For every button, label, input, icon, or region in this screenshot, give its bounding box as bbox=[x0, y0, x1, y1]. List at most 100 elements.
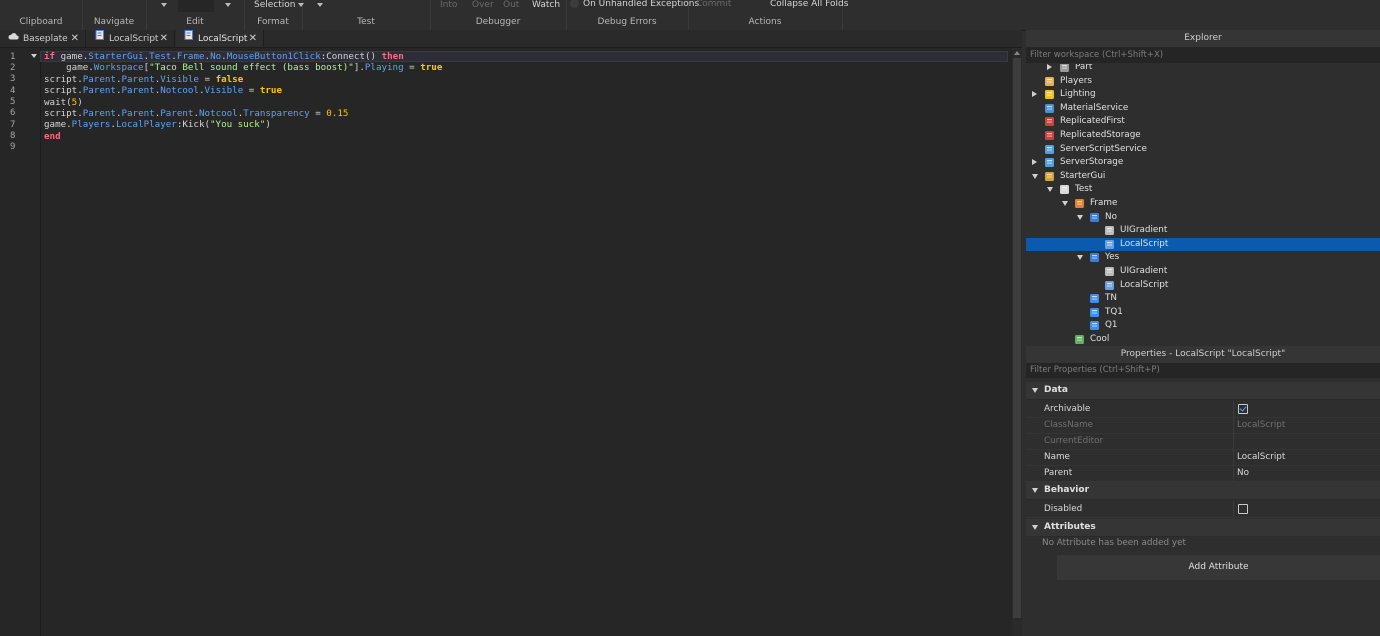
starter-gui-icon bbox=[1044, 171, 1055, 182]
code-line[interactable]: script.Parent.Parent.Visible = false bbox=[44, 74, 243, 85]
code-line[interactable]: end bbox=[44, 131, 61, 142]
explorer-item-players[interactable]: Players bbox=[1026, 75, 1380, 88]
edit-field-box[interactable] bbox=[178, 0, 214, 12]
step-into-button[interactable]: Into bbox=[440, 0, 457, 10]
chevron-down-icon[interactable] bbox=[1062, 201, 1068, 206]
parent-value-field[interactable]: No bbox=[1237, 465, 1249, 481]
chevron-down-icon[interactable] bbox=[1077, 255, 1083, 261]
explorer-item-serverstorage[interactable]: ServerStorage bbox=[1026, 156, 1380, 169]
explorer-item-test[interactable]: Test bbox=[1026, 183, 1380, 196]
code-line[interactable]: if game.StarterGui.Test.Frame.No.MouseBu… bbox=[44, 51, 404, 62]
code-line[interactable]: game.Players.LocalPlayer:Kick("You suck"… bbox=[44, 119, 271, 130]
chevron-right-icon[interactable] bbox=[1032, 159, 1037, 166]
chevron-down-icon bbox=[161, 2, 167, 7]
tab-baseplate[interactable]: Baseplate ✕ bbox=[0, 30, 86, 47]
close-icon[interactable]: ✕ bbox=[249, 30, 257, 47]
chevron-right-icon[interactable] bbox=[1032, 91, 1037, 98]
name-value-field[interactable]: LocalScript bbox=[1237, 449, 1285, 465]
code-token: MouseButton1Click bbox=[226, 51, 321, 62]
explorer-item-label: Frame bbox=[1090, 198, 1118, 208]
scrollbar-thumb[interactable] bbox=[1013, 58, 1021, 618]
chevron-down-icon[interactable] bbox=[1077, 214, 1083, 220]
explorer-item-uigradient[interactable]: UIGradient bbox=[1026, 265, 1380, 278]
local-script-icon bbox=[1104, 239, 1115, 250]
explorer-item-materialservice[interactable]: MaterialService bbox=[1026, 102, 1380, 115]
explorer-item-label: Lighting bbox=[1060, 89, 1096, 100]
code-line[interactable]: wait(5) bbox=[44, 97, 83, 108]
explorer-item-yes[interactable]: Yes bbox=[1026, 251, 1380, 264]
chevron-down-icon bbox=[1032, 525, 1038, 530]
on-unhandled-label: On Unhandled Exceptions bbox=[583, 0, 700, 9]
test-dropdown-arrow[interactable] bbox=[314, 0, 323, 10]
chevron-down-icon bbox=[1032, 388, 1038, 393]
explorer-item-replicatedstorage[interactable]: ReplicatedStorage bbox=[1026, 129, 1380, 142]
screen-gui-icon bbox=[1059, 184, 1070, 195]
close-icon[interactable]: ✕ bbox=[71, 30, 79, 47]
actions-group: Commit Collapse All Folds Actions bbox=[688, 0, 848, 30]
explorer-filter-input[interactable]: Filter workspace (Ctrl+Shift+X) bbox=[1026, 48, 1380, 63]
code-line[interactable]: game.Workspace["Taco Bell sound effect (… bbox=[44, 62, 442, 73]
explorer-item-cool[interactable]: Cool bbox=[1026, 333, 1380, 345]
code-token: ) bbox=[265, 119, 271, 131]
step-out-button[interactable]: Out bbox=[503, 0, 519, 10]
explorer-item-frame[interactable]: Frame bbox=[1026, 197, 1380, 210]
explorer-item-label: TQ1 bbox=[1105, 306, 1123, 317]
edit-dropdown-arrow[interactable] bbox=[158, 0, 167, 10]
explorer-item-localscript[interactable]: LocalScript bbox=[1026, 279, 1380, 292]
watch-button[interactable]: Watch bbox=[532, 0, 560, 10]
property-name: Disabled bbox=[1044, 504, 1083, 514]
text-label-icon bbox=[1089, 320, 1100, 331]
explorer-item-label: ReplicatedFirst bbox=[1060, 116, 1125, 127]
property-classname: ClassName LocalScript bbox=[1026, 417, 1380, 434]
explorer-tree[interactable]: Part Players Lighting MaterialService Replic… bbox=[1026, 64, 1380, 345]
close-icon[interactable]: ✕ bbox=[160, 30, 168, 47]
step-over-button[interactable]: Over bbox=[472, 0, 494, 10]
code-line[interactable]: script.Parent.Parent.Notcool.Visible = t… bbox=[44, 85, 282, 96]
explorer-item-lighting[interactable]: Lighting bbox=[1026, 88, 1380, 101]
explorer-item-replicatedfirst[interactable]: ReplicatedFirst bbox=[1026, 115, 1380, 128]
code-token: = bbox=[243, 85, 260, 97]
editor-scrollbar[interactable] bbox=[1012, 48, 1022, 636]
explorer-item-tn[interactable]: TN bbox=[1026, 292, 1380, 305]
add-attribute-button[interactable]: Add Attribute bbox=[1057, 555, 1380, 580]
tab-localscript-2[interactable]: LocalScript ✕ bbox=[176, 30, 264, 47]
explorer-item-label: ServerStorage bbox=[1060, 157, 1124, 168]
category-attributes[interactable]: Attributes bbox=[1026, 519, 1380, 537]
scroll-up-icon[interactable] bbox=[1014, 51, 1020, 55]
code-token: Test bbox=[149, 51, 172, 62]
code-token: Parent bbox=[121, 108, 155, 119]
explorer-item-tq1[interactable]: TQ1 bbox=[1026, 306, 1380, 319]
code-line[interactable]: script.Parent.Parent.Parent.Notcool.Tran… bbox=[44, 108, 348, 119]
format-group: Selection Format bbox=[244, 0, 305, 30]
selection-dropdown[interactable]: Selection bbox=[254, 0, 305, 10]
edit-dropdown-arrow-2[interactable] bbox=[222, 0, 231, 10]
explorer-item-no[interactable]: No bbox=[1026, 211, 1380, 224]
disabled-checkbox[interactable] bbox=[1238, 504, 1248, 514]
code-token: Parent bbox=[121, 73, 155, 85]
tab-localscript-1[interactable]: LocalScript ✕ bbox=[87, 30, 175, 47]
chevron-down-icon[interactable] bbox=[1047, 187, 1053, 193]
category-behavior[interactable]: Behavior bbox=[1026, 482, 1380, 500]
archivable-checkbox[interactable] bbox=[1238, 404, 1248, 414]
cloud-icon bbox=[8, 30, 19, 47]
properties-panel: Properties - LocalScript "LocalScript" F… bbox=[1026, 346, 1380, 636]
ui-gradient-icon bbox=[1104, 225, 1115, 236]
explorer-item-part[interactable]: Part bbox=[1026, 64, 1380, 74]
fold-toggle-icon[interactable] bbox=[31, 54, 37, 58]
document-tabs: Baseplate ✕ LocalScript ✕ LocalScript ✕ bbox=[0, 30, 1022, 48]
commit-button[interactable]: Commit bbox=[696, 0, 731, 9]
chevron-down-icon[interactable] bbox=[1032, 173, 1038, 179]
category-data[interactable]: Data bbox=[1026, 382, 1380, 400]
collapse-all-folds-button[interactable]: Collapse All Folds bbox=[770, 0, 848, 9]
explorer-item-serverscriptservice[interactable]: ServerScriptService bbox=[1026, 143, 1380, 156]
on-unhandled-exceptions-option[interactable]: On Unhandled Exceptions bbox=[570, 0, 699, 9]
explorer-item-uigradient[interactable]: UIGradient bbox=[1026, 224, 1380, 237]
explorer-item-startergui[interactable]: StarterGui bbox=[1026, 170, 1380, 183]
properties-filter-input[interactable]: Filter Properties (Ctrl+Shift+P) bbox=[1026, 363, 1380, 378]
script-editor[interactable]: 1 2 3 4 5 6 7 8 9 if game.StarterGui.Tes… bbox=[0, 48, 1022, 636]
explorer-item-q1[interactable]: Q1 bbox=[1026, 319, 1380, 332]
explorer-item-label: UIGradient bbox=[1120, 266, 1168, 276]
frame-icon bbox=[1074, 334, 1085, 345]
chevron-right-icon[interactable] bbox=[1047, 64, 1052, 70]
explorer-item-localscript[interactable]: LocalScript bbox=[1026, 237, 1380, 251]
